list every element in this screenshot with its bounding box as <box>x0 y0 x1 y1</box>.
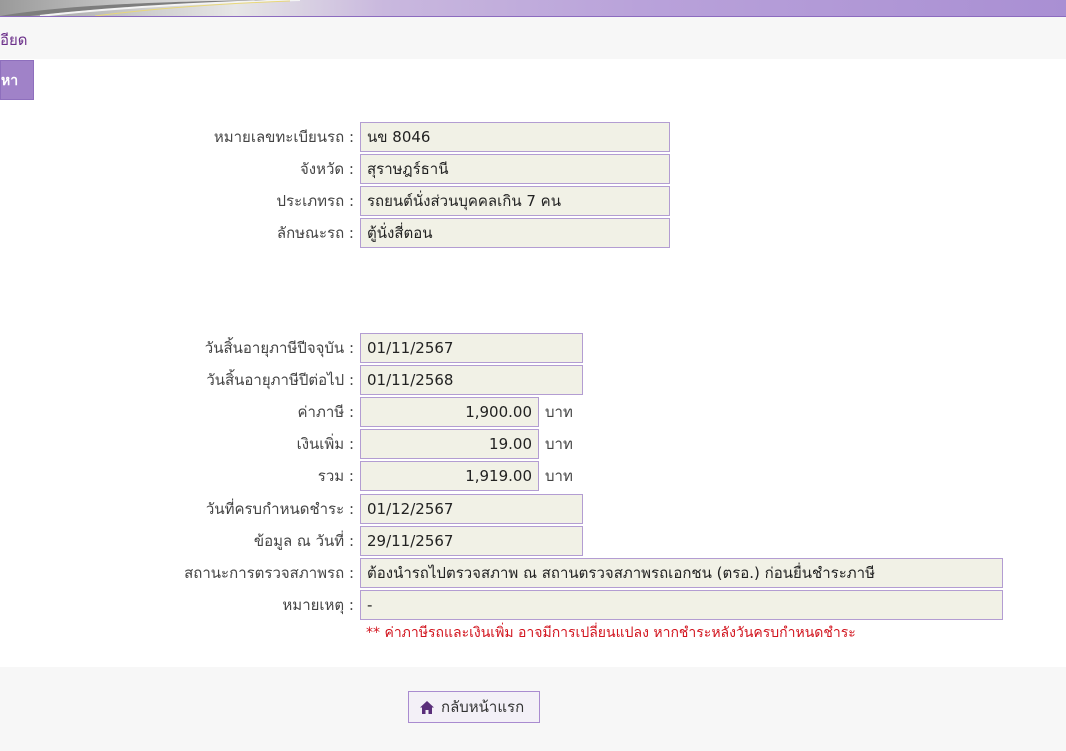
total-row: รวม : 1,919.00 บาท <box>0 461 1066 491</box>
tax-fee-label: ค่าภาษี : <box>297 403 354 421</box>
tax-fee-unit: บาท <box>545 403 573 421</box>
tax-fee-row: ค่าภาษี : 1,900.00 บาท <box>0 397 1066 427</box>
search-button[interactable]: หา <box>0 60 34 100</box>
surcharge-field: 19.00 <box>360 429 539 459</box>
inspection-row: สถานะการตรวจสภาพรถ : ต้องนำรถไปตรวจสภาพ … <box>0 558 1066 588</box>
due-date-field: 01/12/2567 <box>360 494 583 524</box>
remark-field: - <box>360 590 1003 620</box>
vehicle-type-label: ประเภทรถ : <box>276 192 355 210</box>
inspection-field: ต้องนำรถไปตรวจสภาพ ณ สถานตรวจสภาพรถเอกชน… <box>360 558 1003 588</box>
province-field: สุราษฎร์ธานี <box>360 154 670 184</box>
vehicle-style-field: ตู้นั่งสี่ตอน <box>360 218 670 248</box>
next-expiry-label: วันสิ้นอายุภาษีปีต่อไป : <box>206 371 354 389</box>
province-label: จังหวัด : <box>300 160 354 178</box>
total-label: รวม : <box>317 467 354 485</box>
vehicle-type-row: ประเภทรถ : รถยนต์นั่งส่วนบุคคลเกิน 7 คน <box>0 186 1066 216</box>
due-date-row: วันที่ครบกำหนดชำระ : 01/12/2567 <box>0 494 1066 524</box>
vehicle-style-label: ลักษณะรถ : <box>276 224 354 242</box>
as-of-label: ข้อมูล ณ วันที่ : <box>253 532 354 550</box>
current-expiry-label: วันสิ้นอายุภาษีปีจจุบัน : <box>204 339 354 357</box>
tax-warning-note: ** ค่าภาษีรถและเงินเพิ่ม อาจมีการเปลี่ยน… <box>366 625 856 641</box>
breadcrumb-bar: อียด <box>0 17 1066 59</box>
due-date-label: วันที่ครบกำหนดชำระ : <box>205 500 354 518</box>
as-of-field: 29/11/2567 <box>360 526 583 556</box>
next-expiry-field: 01/11/2568 <box>360 365 583 395</box>
home-button-label: กลับหน้าแรก <box>441 698 525 716</box>
current-expiry-row: วันสิ้นอายุภาษีปีจจุบัน : 01/11/2567 <box>0 333 1066 363</box>
surcharge-unit: บาท <box>545 435 573 453</box>
breadcrumb: อียด <box>0 31 28 49</box>
total-unit: บาท <box>545 467 573 485</box>
as-of-row: ข้อมูล ณ วันที่ : 29/11/2567 <box>0 526 1066 556</box>
search-button-label: หา <box>1 73 19 89</box>
remark-label: หมายเหตุ : <box>282 596 354 614</box>
surcharge-label: เงินเพิ่ม : <box>296 435 354 453</box>
top-banner <box>0 0 1066 17</box>
tax-fee-field: 1,900.00 <box>360 397 539 427</box>
plate-label: หมายเลขทะเบียนรถ : <box>213 128 354 146</box>
total-field: 1,919.00 <box>360 461 539 491</box>
vehicle-type-field: รถยนต์นั่งส่วนบุคคลเกิน 7 คน <box>360 186 670 216</box>
plate-row: หมายเลขทะเบียนรถ : นข 8046 <box>0 122 1066 152</box>
next-expiry-row: วันสิ้นอายุภาษีปีต่อไป : 01/11/2568 <box>0 365 1066 395</box>
surcharge-row: เงินเพิ่ม : 19.00 บาท <box>0 429 1066 459</box>
home-icon <box>420 701 434 714</box>
current-expiry-field: 01/11/2567 <box>360 333 583 363</box>
inspection-label: สถานะการตรวจสภาพรถ : <box>184 564 354 582</box>
plate-field: นข 8046 <box>360 122 670 152</box>
province-row: จังหวัด : สุราษฎร์ธานี <box>0 154 1066 184</box>
home-button[interactable]: กลับหน้าแรก <box>408 691 540 723</box>
remark-row: หมายเหตุ : - <box>0 590 1066 620</box>
vehicle-style-row: ลักษณะรถ : ตู้นั่งสี่ตอน <box>0 218 1066 248</box>
road-graphic <box>0 0 301 16</box>
